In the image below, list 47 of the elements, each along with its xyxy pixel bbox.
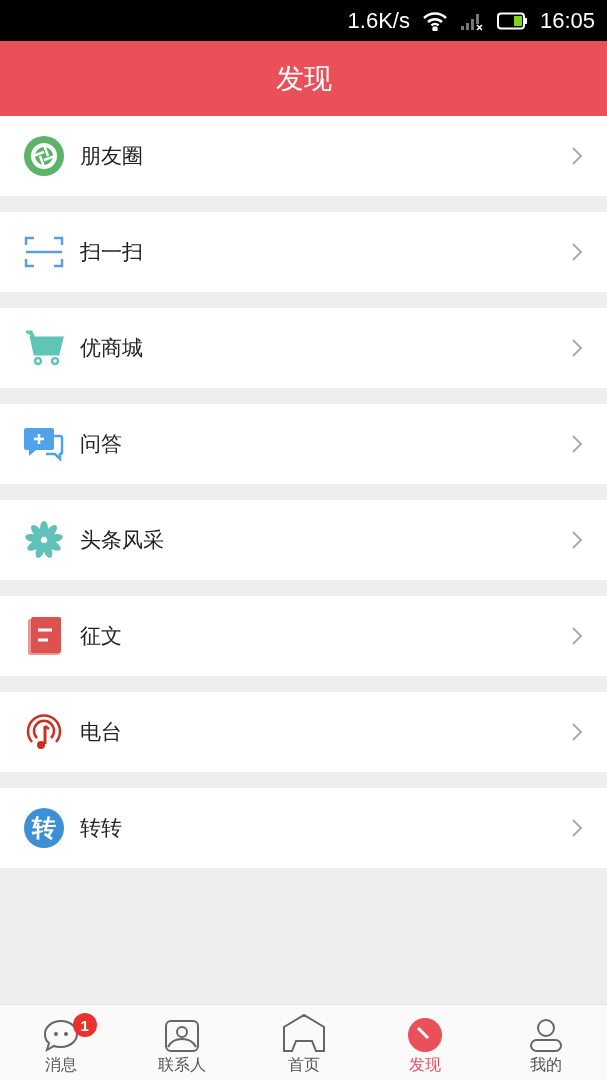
nav-tab[interactable]: 消息 1 [0,1005,122,1080]
house-icon[interactable] [281,1013,326,1053]
network-speed: 1.6K/s [347,7,410,34]
nav-tab[interactable]: 发现 [364,1005,486,1080]
flower-icon [24,520,64,560]
menu-item[interactable]: 头条风采 [0,500,607,580]
menu-item[interactable]: 征文 [0,596,607,676]
page-title: 发现 [275,60,332,97]
chevron-icon [571,338,583,358]
nav-tab[interactable]: 我的 [485,1005,607,1080]
music-radio-icon [24,712,64,752]
zhuan-icon: 转 [24,808,64,848]
chat-bubble-icon[interactable] [42,1019,79,1053]
menu-item[interactable]: 电台 [0,692,607,772]
chat-bubbles-icon [24,426,64,462]
menu-item[interactable]: 扫一扫 [0,212,607,292]
chevron-icon [571,146,583,166]
menu-item-label: 优商城 [80,335,144,362]
menu-item-label: 头条风采 [80,527,165,554]
cart-icon [24,330,64,366]
chevron-icon [571,434,583,454]
menu-item-label: 朋友圈 [80,143,144,170]
chevron-icon [571,626,583,646]
person-icon[interactable] [528,1017,565,1053]
menu-item[interactable]: 转 转转 [0,788,607,868]
shutter-icon [24,136,64,176]
menu-item[interactable]: 朋友圈 [0,116,607,196]
scan-icon [24,235,64,269]
battery-icon [495,11,528,30]
chevron-icon [571,530,583,550]
chevron-icon [571,818,583,838]
menu-item-label: 电台 [80,719,123,746]
contact-card-icon[interactable] [164,1019,201,1053]
menu-item-label: 转转 [80,815,123,842]
wifi-icon [421,10,448,31]
menu-item-label: 扫一扫 [80,239,144,266]
unread-badge: 1 [72,1013,97,1037]
menu-item-label: 征文 [80,623,123,650]
clock: 16:05 [539,7,595,34]
nav-tab[interactable]: 联系人 [121,1005,243,1080]
nav-tab[interactable]: 首页 [242,1005,365,1080]
chevron-icon [571,722,583,742]
chevron-icon [571,242,583,262]
menu-item-label: 问答 [80,431,123,458]
menu-item[interactable]: 优商城 [0,308,607,388]
compass-icon[interactable] [406,1017,443,1053]
menu-item[interactable]: 问答 [0,404,607,484]
